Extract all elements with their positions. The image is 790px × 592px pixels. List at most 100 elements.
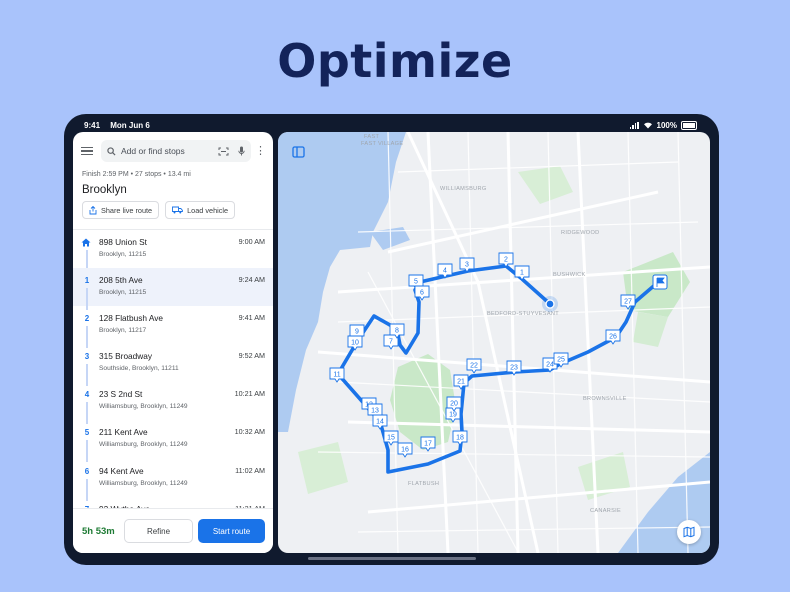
map-label: BUSHWICK — [553, 272, 586, 278]
stop-row[interactable]: 6 94 Kent Ave Williamsburg, Brooklyn, 11… — [73, 459, 273, 501]
stop-pin-label: 4 — [443, 267, 447, 274]
start-route-button[interactable]: Start route — [198, 519, 265, 543]
stop-pin[interactable]: 18 — [452, 430, 468, 446]
microphone-icon[interactable] — [238, 146, 245, 156]
share-live-route-label: Share live route — [101, 205, 153, 215]
load-vehicle-button[interactable]: Load vehicle — [165, 201, 236, 219]
more-options-icon[interactable]: ⋮ — [255, 146, 266, 157]
home-icon — [81, 238, 91, 247]
refine-button[interactable]: Refine — [124, 519, 193, 543]
stop-locality: Williamsburg, Brooklyn, 11249 — [99, 441, 188, 449]
map-label: BROWNSVILLE — [583, 396, 627, 402]
stop-locality: Williamsburg, Brooklyn, 11249 — [99, 479, 188, 487]
stop-time: 11:02 AM — [235, 465, 265, 475]
stop-pin-label: 2 — [504, 256, 508, 263]
stop-pin[interactable]: 14 — [372, 414, 388, 430]
stop-pin-label: 15 — [387, 434, 395, 441]
stop-pin-label: 13 — [371, 407, 379, 414]
status-bar: 9:41 Mon Jun 6 100% — [84, 119, 697, 131]
stop-pin-label: 7 — [389, 338, 393, 345]
stop-locality: Williamsburg, Brooklyn, 11249 — [99, 403, 188, 411]
stop-time: 9:24 AM — [238, 275, 265, 285]
stop-address: 211 Kent Ave — [99, 427, 148, 438]
share-icon — [89, 205, 97, 214]
menu-icon[interactable] — [81, 146, 93, 156]
stop-pin-label: 8 — [395, 327, 399, 334]
map-canvas[interactable]: FAST FAST VILLAGE WILLIAMSBURG RIDGEWOOD… — [278, 132, 710, 553]
map-view[interactable]: FAST FAST VILLAGE WILLIAMSBURG RIDGEWOOD… — [278, 132, 710, 553]
stop-locality: Brooklyn, 11217 — [99, 327, 147, 335]
stop-address: 94 Kent Ave — [99, 465, 144, 476]
stop-pin-label: 24 — [546, 361, 554, 368]
stop-pin[interactable]: 21 — [453, 374, 469, 390]
stop-address: 208 5th Ave — [99, 275, 143, 286]
stop-row[interactable]: 5 211 Kent Ave Williamsburg, Brooklyn, 1… — [73, 420, 273, 463]
stop-row[interactable]: 4 23 S 2nd St Williamsburg, Brooklyn, 11… — [73, 382, 273, 425]
stop-pin-label: 11 — [333, 371, 340, 378]
stop-pin-label: 19 — [449, 411, 457, 418]
route-summary: Finish 2:59 PM • 27 stops • 13.4 mi — [82, 171, 191, 178]
search-icon — [107, 146, 116, 156]
map-icon — [683, 526, 695, 538]
stop-index: 5 — [84, 428, 90, 438]
park-north — [518, 166, 573, 204]
tablet-frame: 9:41 Mon Jun 6 100% Add or find stops ⋮ … — [64, 114, 719, 565]
stop-index: 4 — [84, 390, 90, 400]
stop-pin-label: 17 — [424, 440, 432, 447]
stop-pin[interactable]: 22 — [466, 358, 482, 374]
stop-pin-label: 20 — [450, 400, 458, 407]
route-duration: 5h 53m — [82, 525, 115, 537]
stop-pin[interactable]: 16 — [397, 442, 413, 458]
stop-pin-label: 26 — [609, 333, 617, 340]
stop-row[interactable]: 3 315 Broadway Southside, Brooklyn, 1121… — [73, 344, 273, 387]
cellular-signal-icon — [629, 121, 639, 129]
stop-time: 10:21 AM — [234, 389, 265, 399]
stop-address: 898 Union St — [99, 237, 147, 247]
toggle-panel-icon[interactable] — [289, 143, 309, 163]
scan-icon[interactable] — [218, 147, 229, 156]
stop-address: 315 Broadway — [99, 351, 153, 362]
prospect-park — [390, 354, 456, 450]
share-live-route-button[interactable]: Share live route — [82, 201, 160, 219]
stop-row[interactable]: 898 Union St Brooklyn, 11215 9:00 AM — [73, 230, 273, 272]
map-label: FAST VILLAGE — [361, 141, 403, 147]
battery-percent: 100% — [656, 120, 677, 130]
stop-pin-label: 16 — [401, 446, 409, 453]
stop-time: 9:41 AM — [238, 313, 265, 323]
home-indicator — [308, 557, 476, 560]
load-vehicle-label: Load vehicle — [187, 205, 229, 215]
stop-pin-label: 18 — [456, 434, 464, 441]
stop-time: 10:32 AM — [234, 427, 265, 437]
search-input[interactable]: Add or find stops — [101, 140, 251, 162]
stop-locality: Brooklyn, 11215 — [99, 251, 147, 258]
map-layers-button[interactable] — [677, 520, 701, 544]
park-east — [633, 312, 668, 347]
stop-pin-label: 10 — [351, 339, 359, 346]
stop-pin-label: 27 — [624, 298, 632, 305]
stop-pin[interactable]: 10 — [347, 335, 363, 351]
route-title: Brooklyn — [82, 184, 127, 196]
stop-time: 9:52 AM — [238, 351, 265, 361]
east-river-water — [278, 132, 406, 432]
stop-time: 9:00 AM — [238, 237, 265, 246]
stop-address: 128 Flatbush Ave — [99, 313, 163, 324]
stop-pin-label: 25 — [557, 356, 565, 363]
stop-row[interactable]: 1 208 5th Ave Brooklyn, 11215 9:24 AM — [73, 268, 273, 311]
stop-index: 3 — [84, 352, 90, 362]
map-label: WILLIAMSBURG — [440, 186, 487, 192]
stop-pin-label: 21 — [457, 378, 465, 385]
stop-locality: Brooklyn, 11215 — [99, 289, 147, 297]
map-label: FLATBUSH — [408, 481, 439, 487]
svg-text:FAST: FAST — [364, 134, 379, 140]
map-label: BEDFORD-STUYVESANT — [487, 311, 559, 317]
wifi-icon — [643, 122, 652, 129]
stop-index: 1 — [84, 276, 90, 286]
stop-pin-label: 22 — [470, 362, 478, 369]
stop-index: 2 — [84, 314, 90, 324]
finish-flag-icon — [652, 274, 668, 290]
park-southwest — [298, 442, 348, 494]
stop-pin-label: 23 — [510, 364, 518, 371]
headline: Optimize — [277, 34, 513, 88]
stop-row[interactable]: 2 128 Flatbush Ave Brooklyn, 11217 9:41 … — [73, 306, 273, 349]
route-panel: Add or find stops ⋮ Finish 2:59 PM • 27 … — [73, 132, 273, 553]
